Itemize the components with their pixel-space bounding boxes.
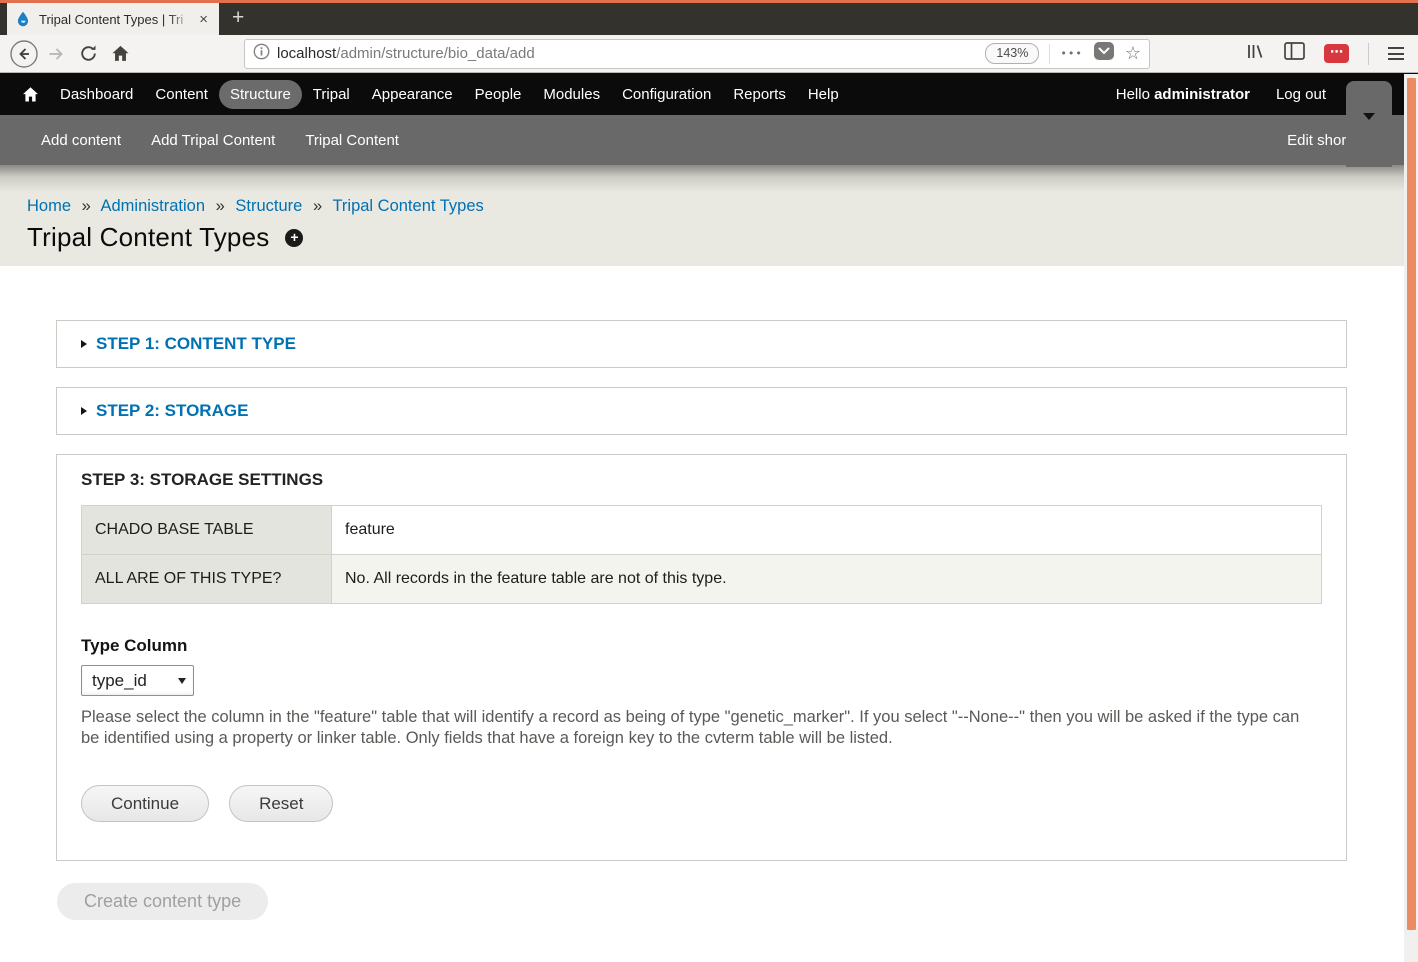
drupal-admin-toolbar: Dashboard Content Structure Tripal Appea… (0, 73, 1418, 115)
toolbar-item-dashboard[interactable]: Dashboard (49, 80, 144, 109)
browser-window: Tripal Content Types | Tri × + localhost… (0, 0, 1418, 962)
step3-buttons: Continue Reset (81, 785, 1322, 822)
screenshot-extension-icon[interactable]: ⋯ (1324, 44, 1349, 63)
page-title: Tripal Content Types (27, 222, 269, 253)
step1-label: STEP 1: CONTENT TYPE (96, 334, 296, 354)
fieldset-step3: STEP 3: STORAGE SETTINGS CHADO BASE TABL… (56, 454, 1347, 861)
toolbar-item-people[interactable]: People (464, 80, 533, 109)
library-icon[interactable] (1245, 42, 1265, 66)
username-text: administrator (1154, 86, 1250, 103)
step3-legend: STEP 3: STORAGE SETTINGS (81, 470, 1322, 490)
storage-settings-table: CHADO BASE TABLE feature ALL ARE OF THIS… (81, 505, 1322, 604)
toolbar-right-icons: ⋯ (1245, 42, 1410, 66)
fieldset-step2: STEP 2: STORAGE (56, 387, 1347, 435)
toolbar-orientation-toggle[interactable] (1346, 81, 1392, 167)
forward-button[interactable] (40, 38, 72, 70)
toolbar-item-help[interactable]: Help (797, 80, 850, 109)
url-host: localhost (277, 45, 336, 62)
menu-hamburger-icon[interactable] (1388, 47, 1404, 60)
reload-button[interactable] (72, 38, 104, 70)
chado-base-table-value: feature (332, 506, 1322, 555)
chado-base-table-header: CHADO BASE TABLE (82, 506, 332, 555)
home-button[interactable] (104, 38, 136, 70)
new-tab-button[interactable]: + (219, 3, 257, 35)
table-row: ALL ARE OF THIS TYPE? No. All records in… (82, 555, 1322, 604)
tab-bar: Tripal Content Types | Tri × + (0, 3, 1418, 35)
breadcrumb-separator: » (82, 197, 91, 215)
pocket-icon[interactable] (1093, 41, 1115, 66)
toolbar-divider (1368, 43, 1369, 65)
breadcrumb-separator: » (313, 197, 322, 215)
back-button[interactable] (8, 38, 40, 70)
page-title-row: Tripal Content Types + (27, 222, 1418, 253)
url-path: /admin/structure/bio_data/add (336, 45, 534, 62)
web-page-viewport: Dashboard Content Structure Tripal Appea… (0, 73, 1418, 961)
select-arrow-icon (178, 678, 186, 684)
toolbar-item-reports[interactable]: Reports (722, 80, 797, 109)
shortcut-add-content[interactable]: Add content (26, 132, 136, 149)
collapsed-arrow-icon (81, 340, 87, 348)
breadcrumb-link-tripal-content-types[interactable]: Tripal Content Types (332, 197, 483, 215)
url-text: localhost/admin/structure/bio_data/add (277, 45, 535, 62)
logout-link[interactable]: Log out (1276, 80, 1326, 109)
all-of-type-header: ALL ARE OF THIS TYPE? (82, 555, 332, 604)
scrollbar-thumb[interactable] (1407, 78, 1416, 930)
create-content-type-button[interactable]: Create content type (57, 883, 268, 920)
shortcut-add-tripal-content[interactable]: Add Tripal Content (136, 132, 290, 149)
page-content: STEP 1: CONTENT TYPE STEP 2: STORAGE STE… (0, 266, 1418, 920)
type-column-label: Type Column (81, 636, 1322, 656)
toolbar-home-icon[interactable] (22, 86, 39, 103)
collapsed-arrow-icon (81, 407, 87, 415)
all-of-type-value: No. All records in the feature table are… (332, 555, 1322, 604)
page-header: Home » Administration » Structure » Trip… (0, 165, 1418, 266)
step2-label: STEP 2: STORAGE (96, 401, 248, 421)
type-column-select[interactable]: type_id (81, 665, 194, 696)
shortcuts-bar: Add content Add Tripal Content Tripal Co… (0, 115, 1418, 165)
url-bar[interactable]: localhost/admin/structure/bio_data/add 1… (244, 39, 1150, 69)
toolbar-item-content[interactable]: Content (144, 80, 219, 109)
greeting-text: Hello (1116, 86, 1154, 103)
page-scrollbar[interactable] (1404, 74, 1418, 962)
page-actions-icon[interactable]: ••• (1060, 47, 1082, 60)
browser-tab-active[interactable]: Tripal Content Types | Tri × (7, 3, 219, 35)
tab-close-icon[interactable]: × (196, 11, 211, 28)
toolbar-item-structure[interactable]: Structure (219, 80, 302, 109)
table-row: CHADO BASE TABLE feature (82, 506, 1322, 555)
tab-title: Tripal Content Types | Tri (39, 12, 196, 27)
fieldset-step1: STEP 1: CONTENT TYPE (56, 320, 1347, 368)
zoom-level-badge[interactable]: 143% (985, 43, 1039, 64)
shortcut-tripal-content[interactable]: Tripal Content (290, 132, 414, 149)
chevron-down-icon (1363, 113, 1375, 120)
add-contextual-icon[interactable]: + (285, 229, 303, 247)
continue-button[interactable]: Continue (81, 785, 209, 822)
breadcrumb-link-home[interactable]: Home (27, 197, 71, 215)
toolbar-item-configuration[interactable]: Configuration (611, 80, 722, 109)
urlbar-divider (1049, 44, 1050, 64)
navigation-toolbar: localhost/admin/structure/bio_data/add 1… (0, 35, 1418, 73)
drupal-favicon-icon (15, 11, 31, 27)
user-greeting: Hello administrator (1116, 86, 1250, 103)
breadcrumb-separator: » (216, 197, 225, 215)
bookmark-star-icon[interactable]: ☆ (1125, 45, 1141, 63)
step1-toggle-link[interactable]: STEP 1: CONTENT TYPE (81, 334, 296, 354)
breadcrumb: Home » Administration » Structure » Trip… (27, 197, 1418, 216)
toolbar-item-modules[interactable]: Modules (532, 80, 611, 109)
breadcrumb-link-structure[interactable]: Structure (235, 197, 302, 215)
breadcrumb-link-administration[interactable]: Administration (100, 197, 205, 215)
toolbar-item-appearance[interactable]: Appearance (361, 80, 464, 109)
site-info-icon[interactable] (253, 43, 270, 65)
sidebar-icon[interactable] (1284, 42, 1305, 65)
step2-toggle-link[interactable]: STEP 2: STORAGE (81, 401, 248, 421)
selected-option-text: type_id (92, 671, 147, 691)
reset-button[interactable]: Reset (229, 785, 333, 822)
toolbar-item-tripal[interactable]: Tripal (302, 80, 361, 109)
type-column-description: Please select the column in the "feature… (81, 707, 1322, 749)
